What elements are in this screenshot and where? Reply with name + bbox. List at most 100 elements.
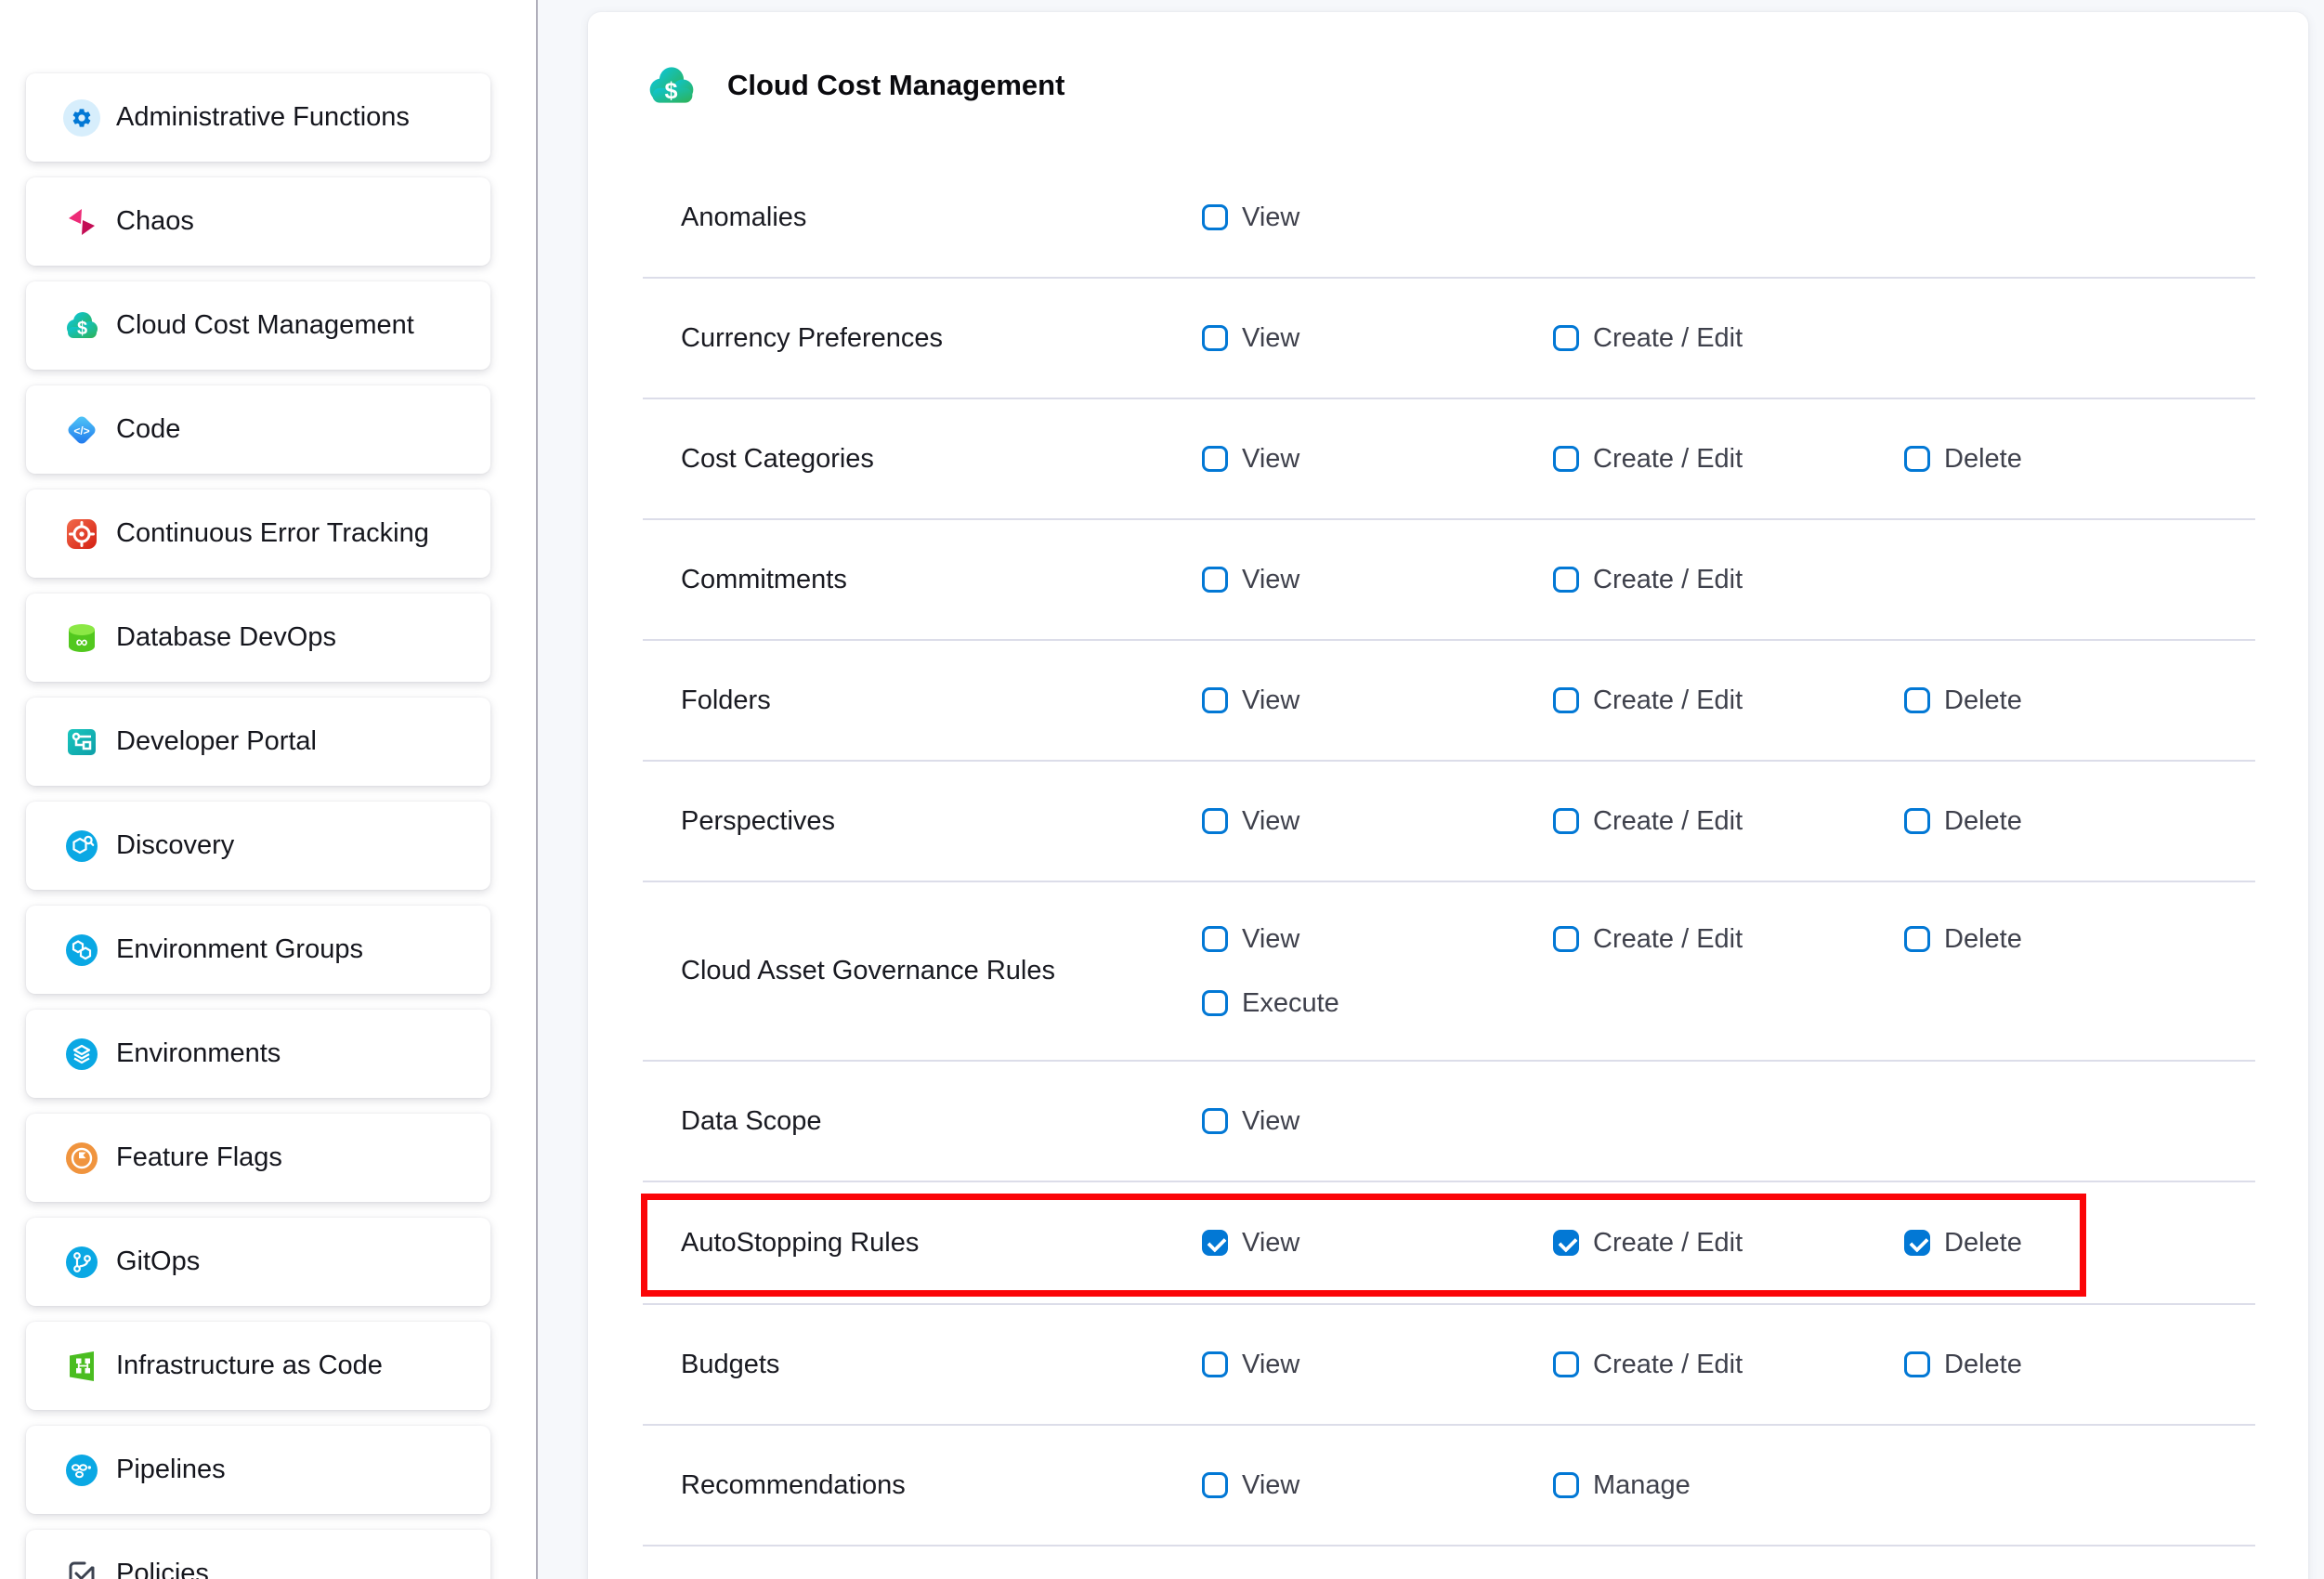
sidebar-item-developer-portal[interactable]: Developer Portal	[26, 698, 490, 786]
permission-label: View	[1242, 565, 1299, 595]
autostopping-rules-delete-checkbox[interactable]	[1904, 1230, 1930, 1256]
perspectives-create-edit-checkbox[interactable]	[1553, 808, 1579, 834]
resource-label: Commitments	[681, 565, 1202, 595]
permission-row-commitments: CommitmentsViewCreate / Edit	[643, 520, 2255, 641]
sidebar-item-label: Database DevOps	[116, 622, 336, 653]
resource-label: Cost Categories	[681, 444, 1202, 475]
sidebar-item-policies[interactable]: Policies	[26, 1530, 490, 1579]
commitments-create-edit-checkbox[interactable]	[1553, 567, 1579, 593]
permission-option-execute: Execute	[1202, 988, 1553, 1019]
sidebar-item-label: Chaos	[116, 206, 194, 237]
permission-option-view: View	[1202, 806, 1553, 837]
resource-label: AutoStopping Rules	[681, 1228, 1202, 1259]
permission-options: View Create / Edit	[1202, 323, 2255, 354]
currency-preferences-view-checkbox[interactable]	[1202, 325, 1228, 351]
folders-view-checkbox[interactable]	[1202, 687, 1228, 713]
target-icon	[63, 515, 100, 553]
permission-option-view: View	[1202, 1350, 1553, 1380]
sidebar-item-gitops[interactable]: GitOps	[26, 1218, 490, 1306]
budgets-delete-checkbox[interactable]	[1904, 1351, 1930, 1377]
permission-label: Create / Edit	[1593, 323, 1743, 354]
sidebar-item-database-devops[interactable]: ∞ Database DevOps	[26, 594, 490, 682]
resource-label: Budgets	[681, 1350, 1202, 1380]
perspectives-view-checkbox[interactable]	[1202, 808, 1228, 834]
permission-label: View	[1242, 323, 1299, 354]
permission-option-delete: Delete	[1904, 685, 2255, 716]
cube-icon	[63, 1036, 100, 1073]
pipeline-icon	[63, 1452, 100, 1489]
permission-label: View	[1242, 806, 1299, 837]
recommendations-view-checkbox[interactable]	[1202, 1472, 1228, 1498]
sidebar-item-cloud-cost-management[interactable]: $Cloud Cost Management	[26, 281, 490, 370]
sidebar-item-feature-flags[interactable]: Feature Flags	[26, 1114, 490, 1202]
sidebar-item-label: Policies	[116, 1559, 209, 1579]
sidebar-item-environments[interactable]: Environments	[26, 1010, 490, 1098]
autostopping-rules-view-checkbox[interactable]	[1202, 1230, 1228, 1256]
permission-label: Delete	[1944, 1228, 2022, 1259]
perspectives-delete-checkbox[interactable]	[1904, 808, 1930, 834]
permission-options: ViewCreate / EditDelete	[1202, 1228, 2255, 1259]
sidebar-item-label: Feature Flags	[116, 1142, 282, 1173]
permission-option-view: View	[1202, 444, 1553, 475]
sidebar-item-label: Pipelines	[116, 1455, 226, 1485]
svg-text:$: $	[665, 78, 678, 104]
sidebar-item-label: GitOps	[116, 1246, 200, 1277]
permission-label: View	[1242, 685, 1299, 716]
page-title: Cloud Cost Management	[727, 69, 1064, 102]
permission-label: View	[1242, 924, 1299, 955]
data-scope-view-checkbox[interactable]	[1202, 1108, 1228, 1134]
sidebar-item-label: Developer Portal	[116, 726, 317, 757]
sidebar-item-administrative-functions[interactable]: Administrative Functions	[26, 73, 490, 162]
budgets-view-checkbox[interactable]	[1202, 1351, 1228, 1377]
permission-label: Create / Edit	[1593, 924, 1743, 955]
cloud-dollar-icon: $	[646, 64, 698, 107]
permission-option-delete: Delete	[1904, 806, 2255, 837]
sidebar-item-continuous-error-tracking[interactable]: Continuous Error Tracking	[26, 489, 490, 578]
git-branch-icon	[63, 1244, 100, 1281]
currency-preferences-create-edit-checkbox[interactable]	[1553, 325, 1579, 351]
permission-label: Create / Edit	[1593, 444, 1743, 475]
cloud-asset-governance-rules-view-checkbox[interactable]	[1202, 926, 1228, 952]
sidebar-item-code[interactable]: </> Code	[26, 385, 490, 474]
permission-option-create-edit: Create / Edit	[1553, 444, 1904, 475]
sidebar-item-pipelines[interactable]: Pipelines	[26, 1426, 490, 1514]
gear-icon	[63, 99, 100, 137]
permission-option-view: View	[1202, 685, 1553, 716]
permission-option-delete: Delete	[1904, 924, 2255, 955]
cloud-asset-governance-rules-delete-checkbox[interactable]	[1904, 926, 1930, 952]
svg-text:</>: </>	[73, 424, 89, 437]
permission-row-budgets: BudgetsViewCreate / EditDelete	[643, 1305, 2255, 1426]
sidebar-item-infrastructure-as-code[interactable]: Infrastructure as Code	[26, 1322, 490, 1410]
folders-create-edit-checkbox[interactable]	[1553, 687, 1579, 713]
permission-option-create-edit: Create / Edit	[1553, 685, 1904, 716]
permission-label: View	[1242, 202, 1299, 233]
resource-label: Anomalies	[681, 202, 1202, 233]
anomalies-view-checkbox[interactable]	[1202, 204, 1228, 230]
permission-option-view: View	[1202, 1470, 1553, 1501]
svg-text:∞: ∞	[76, 633, 88, 651]
sidebar-item-chaos[interactable]: Chaos	[26, 177, 490, 266]
permission-row-data-scope: Data ScopeView	[643, 1062, 2255, 1182]
resource-label: Perspectives	[681, 806, 1202, 837]
permission-row-currency-preferences: Currency Preferences View Create / Edit	[643, 279, 2255, 399]
folders-delete-checkbox[interactable]	[1904, 687, 1930, 713]
permission-label: View	[1242, 1228, 1299, 1259]
cost-categories-create-edit-checkbox[interactable]	[1553, 446, 1579, 472]
modules-sidebar: Administrative Functions Chaos $Cloud Cost…	[0, 0, 536, 1579]
permission-label: Manage	[1593, 1470, 1691, 1501]
sidebar-item-label: Code	[116, 414, 180, 445]
resource-label: Currency Preferences	[681, 323, 1202, 354]
cloud-asset-governance-rules-create-edit-checkbox[interactable]	[1553, 926, 1579, 952]
permission-options: View Create / EditDelete	[1202, 685, 2255, 716]
budgets-create-edit-checkbox[interactable]	[1553, 1351, 1579, 1377]
sidebar-item-environment-groups[interactable]: Environment Groups	[26, 906, 490, 994]
cloud-asset-governance-rules-execute-checkbox[interactable]	[1202, 990, 1228, 1016]
permission-option-delete: Delete	[1904, 1350, 2255, 1380]
sidebar-item-discovery[interactable]: Discovery	[26, 802, 490, 890]
autostopping-rules-create-edit-checkbox[interactable]	[1553, 1230, 1579, 1256]
recommendations-manage-checkbox[interactable]	[1553, 1472, 1579, 1498]
cost-categories-delete-checkbox[interactable]	[1904, 446, 1930, 472]
cost-categories-view-checkbox[interactable]	[1202, 446, 1228, 472]
commitments-view-checkbox[interactable]	[1202, 567, 1228, 593]
permission-option-create-edit: Create / Edit	[1553, 924, 1904, 955]
